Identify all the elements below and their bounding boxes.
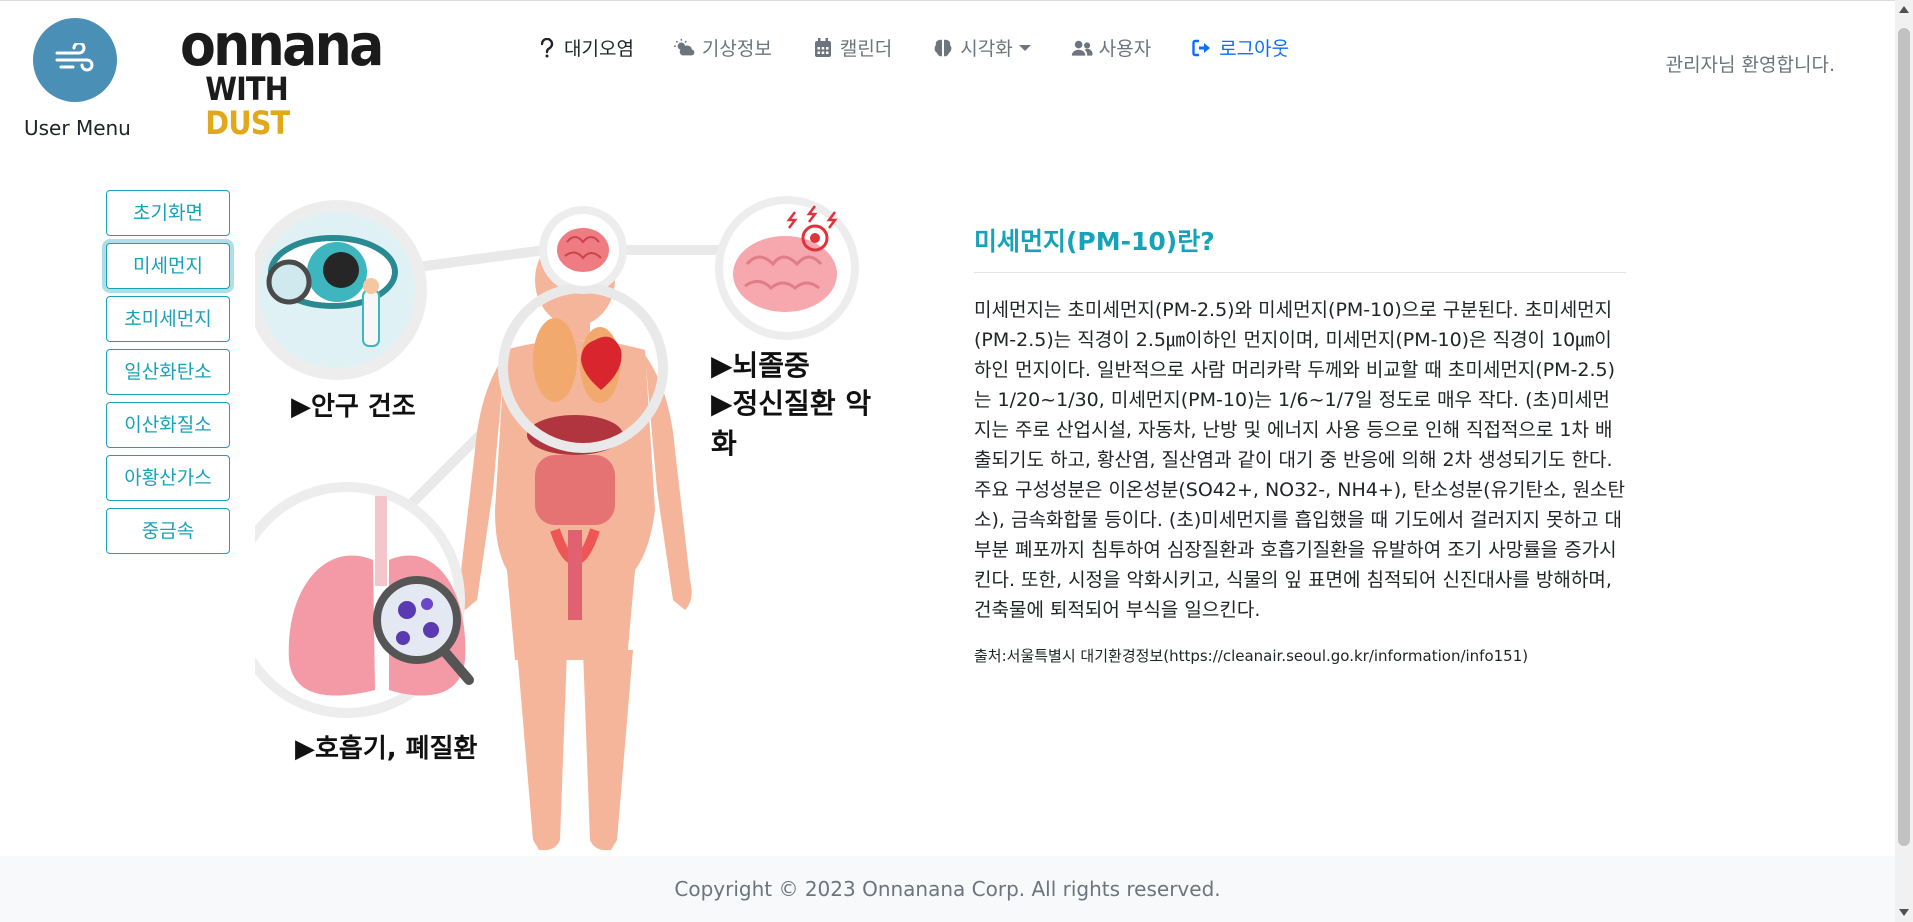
brain-icon <box>932 37 954 59</box>
scrollbar-thumb[interactable] <box>1898 28 1910 846</box>
label-dry-eye: ▶안구 건조 <box>291 392 416 422</box>
nav-label: 캘린더 <box>839 38 893 60</box>
sign-out-icon <box>1191 37 1213 59</box>
nav-item-weather[interactable]: 기상정보 <box>673 34 772 61</box>
nav-label: 로그아웃 <box>1219 38 1290 60</box>
logo[interactable]: onnana WITH DUST <box>180 11 384 140</box>
label-stroke: ▶뇌졸중 <box>711 349 810 382</box>
sidebar-item-pm25[interactable]: 초미세먼지 <box>106 296 230 342</box>
nav-label: 대기오염 <box>564 38 634 60</box>
sidebar-item-pm10[interactable]: 미세먼지 <box>106 243 230 289</box>
footer: Copyright © 2023 Onnanana Corp. All righ… <box>0 856 1895 922</box>
nav-item-logout[interactable]: 로그아웃 <box>1191 34 1289 61</box>
eye-illustration <box>259 212 415 368</box>
brain-pain-illustration <box>723 204 851 332</box>
article-source: 출처:서울특별시 대기환경정보(https://cleanair.seoul.g… <box>974 647 1529 665</box>
calendar-icon <box>812 37 834 59</box>
sidebar-item-no2[interactable]: 이산화질소 <box>106 402 230 448</box>
scroll-down-icon[interactable] <box>1899 909 1909 916</box>
top-border <box>0 0 1895 1</box>
copyright-text: Copyright © 2023 Onnanana Corp. All righ… <box>674 877 1221 901</box>
health-effects-illustration: ▶안구 건조 ▶뇌졸중 ▶정신질환 악화 ▶호흡기, 폐질환 <box>229 190 895 851</box>
label-mental-illness: ▶정신질환 악화 <box>711 387 872 460</box>
nav-item-users[interactable]: 사용자 <box>1071 34 1151 61</box>
welcome-message: 관리자님 환영합니다. <box>1665 54 1835 76</box>
wind-icon[interactable] <box>33 18 117 102</box>
scroll-up-icon[interactable] <box>1899 6 1909 13</box>
main-nav: 대기오염 기상정보 캘린더 시각화 사용자 로그아웃 <box>536 34 1329 61</box>
sidebar-item-home[interactable]: 초기화면 <box>106 190 230 236</box>
brain-illustration <box>547 214 619 286</box>
logo-text-main: onnana <box>180 11 384 79</box>
chevron-down-icon <box>1018 44 1031 51</box>
scrollbar[interactable] <box>1895 0 1913 922</box>
user-menu[interactable]: User Menu <box>24 18 131 140</box>
sidebar-item-heavy-metals[interactable]: 중금속 <box>106 508 230 554</box>
article: 미세먼지(PM-10)란? 미세먼지는 초미세먼지(PM-2.5)와 미세먼지(… <box>974 222 1626 666</box>
user-menu-label: User Menu <box>24 116 131 140</box>
logo-text-sub: WITH DUST <box>205 70 290 142</box>
users-icon <box>1071 37 1093 59</box>
sidebar-item-co[interactable]: 일산화탄소 <box>106 349 230 395</box>
nav-item-calendar[interactable]: 캘린더 <box>812 34 892 61</box>
sidebar-item-so2[interactable]: 아황산가스 <box>106 455 230 501</box>
sidebar: 초기화면 미세먼지 초미세먼지 일산화탄소 이산화질소 아황산가스 중금속 <box>106 190 230 561</box>
question-icon <box>536 37 558 59</box>
nav-item-air-pollution[interactable]: 대기오염 <box>536 34 634 61</box>
nav-label: 기상정보 <box>701 38 772 60</box>
cloud-sun-icon <box>673 37 696 59</box>
nav-label: 시각화 <box>960 38 1013 60</box>
article-body: 미세먼지는 초미세먼지(PM-2.5)와 미세먼지(PM-10)으로 구분된다.… <box>974 299 1626 621</box>
nav-item-visualization[interactable]: 시각화 <box>932 34 1031 61</box>
article-title: 미세먼지(PM-10)란? <box>974 222 1626 273</box>
nav-label: 사용자 <box>1098 38 1152 60</box>
label-respiratory: ▶호흡기, 폐질환 <box>295 734 478 764</box>
